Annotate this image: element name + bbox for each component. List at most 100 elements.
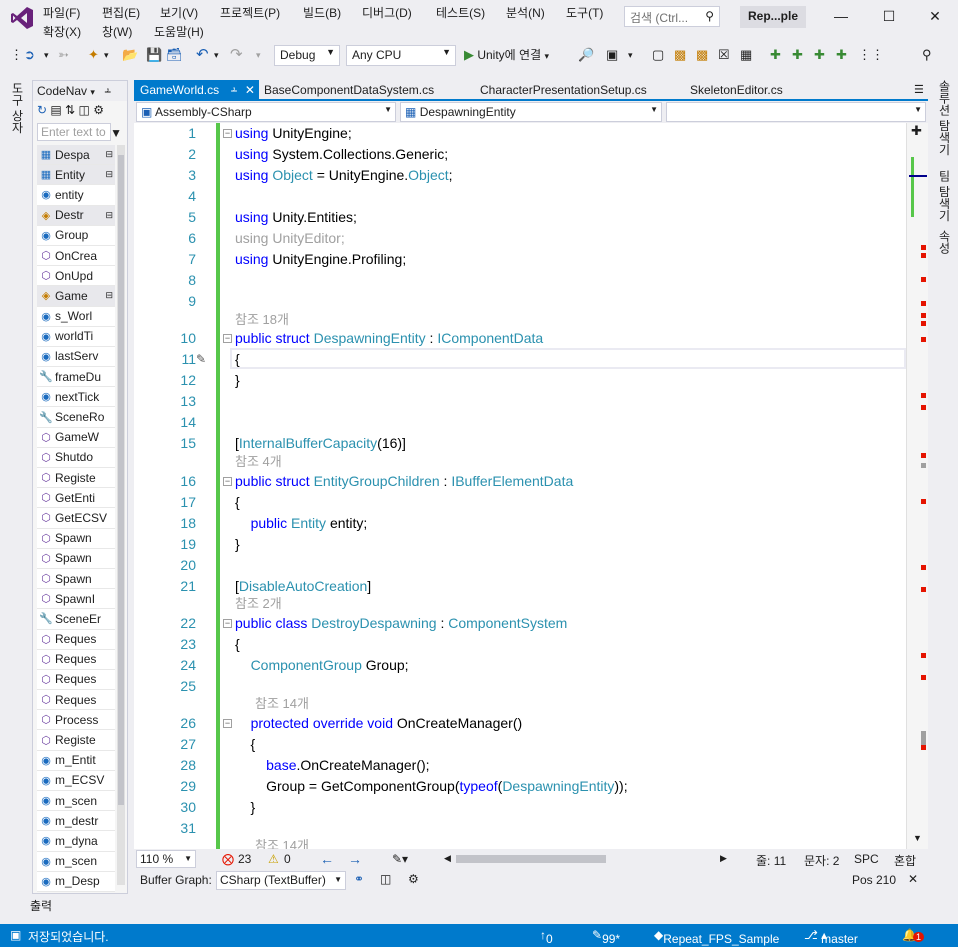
bookmark-next-icon[interactable]: ▩ [696, 47, 708, 65]
codenav-item[interactable]: ◉ m_scen [37, 791, 115, 812]
codenav-item[interactable]: ⬡ Spawn [37, 548, 115, 569]
refresh-icon[interactable]: ↻ [37, 103, 47, 117]
new-dropdown-icon[interactable]: ▾ [104, 47, 109, 65]
code-line[interactable]: } [235, 372, 240, 388]
output-tab[interactable]: 출력 [30, 897, 52, 914]
forward-icon[interactable]: ➳ [58, 47, 69, 65]
code-line[interactable]: public struct EntityGroupChildren : IBuf… [235, 473, 573, 489]
codenav-item[interactable]: ◉ m_dyna [37, 831, 115, 852]
new-project-icon[interactable]: ✦ [88, 47, 99, 65]
search-input[interactable]: 검색 (Ctrl... ⚲ [624, 6, 720, 27]
browser-dropdown-icon[interactable]: ▾ [628, 47, 633, 65]
solution-explorer-tab[interactable]: 솔루션 탐색기 [936, 80, 953, 155]
menu-item[interactable]: 도움말(H) [154, 23, 204, 40]
menu-item[interactable]: 창(W) [102, 23, 132, 40]
scroll-right-icon[interactable]: ▶ [720, 853, 727, 864]
codenav-item[interactable]: ⬡ OnUpd [37, 266, 115, 287]
codenav-item[interactable]: ◉ lastServ [37, 346, 115, 368]
codenav-filter-input[interactable]: Enter text to [37, 123, 111, 141]
codenav-item[interactable]: ◉ nextTick [37, 387, 115, 408]
codenav-item[interactable]: ◉ m_destr [37, 811, 115, 832]
codenav-item[interactable]: ◉ worldTi [37, 326, 115, 347]
codenav-item[interactable]: ◉ s_Worl [37, 306, 115, 327]
add-icon-4[interactable]: ✚ [836, 47, 847, 65]
codenav-item[interactable]: ⬡ Reques [37, 690, 115, 711]
codenav-item[interactable]: ⬡ Reques [37, 649, 115, 670]
scroll-down-icon[interactable]: ▼ [913, 833, 922, 843]
platform-select[interactable]: Any CPU ▼ [346, 45, 456, 66]
codenav-item[interactable]: ◉ m_Entit [37, 750, 115, 771]
scrollbar-thumb[interactable] [118, 155, 124, 805]
collapse-icon[interactable]: ⊟ [105, 210, 115, 221]
project-combo[interactable]: ▣ Assembly-CSharp ▼ [136, 102, 396, 122]
tab-gameworld[interactable]: GameWorld.cs ⨩ ✕ [134, 80, 259, 100]
add-icon-1[interactable]: ✚ [770, 47, 781, 65]
back-dropdown-icon[interactable]: ▾ [44, 47, 49, 65]
codenav-item[interactable]: ⬡ Shutdo [37, 447, 115, 468]
codenav-item[interactable]: ⬡ GameW [37, 427, 115, 448]
warning-icon[interactable]: ⚠ [268, 852, 279, 866]
code-line[interactable]: } [235, 536, 240, 552]
filter-icon[interactable]: ▼ [110, 126, 122, 140]
visual-studio-logo-icon[interactable] [10, 6, 34, 30]
minimize-button[interactable]: — [818, 4, 864, 28]
menu-item[interactable]: 빌드(B) [303, 4, 341, 21]
close-icon[interactable]: ✕ [245, 83, 255, 97]
repository-button[interactable]: ◆ Repeat_FPS_Sample [654, 928, 779, 946]
code-line[interactable]: using Object = UnityEngine.Object; [235, 167, 453, 183]
type-combo[interactable]: ▦ DespawningEntity ▼ [400, 102, 662, 122]
pending-changes-button[interactable]: ✎ 99* [592, 928, 620, 946]
codenav-item[interactable]: ▦ Entity ⊟ [37, 165, 115, 186]
sort-icon[interactable]: ⇅ [65, 103, 75, 117]
codenav-item[interactable]: ⬡ Process [37, 710, 115, 731]
add-icon-2[interactable]: ✚ [792, 47, 803, 65]
list-icon[interactable]: ▤ [50, 103, 61, 117]
code-line[interactable]: ComponentGroup Group; [235, 657, 409, 673]
codenav-item[interactable]: ▦ Despa ⊟ [37, 145, 115, 166]
codelens-references[interactable]: 참조 4개 [235, 451, 282, 470]
graph-icon-2[interactable]: ◫ [380, 872, 391, 886]
fold-toggle-icon[interactable]: − [223, 619, 232, 628]
collapse-icon[interactable]: ⊟ [105, 290, 115, 301]
code-editor[interactable]: ✎ 1 using UnityEngine; −2 using System.Coll… [134, 123, 928, 853]
code-line[interactable]: public struct DespawningEntity : ICompon… [235, 330, 543, 346]
codelens-references[interactable]: 참조 2개 [235, 593, 282, 612]
tab-basecomponentdatasystem[interactable]: BaseComponentDataSystem.cs [258, 80, 440, 100]
undo-dropdown-icon[interactable]: ▾ [214, 47, 219, 65]
code-line[interactable]: using UnityEditor; [235, 230, 345, 246]
codenav-item[interactable]: ◈ Game ⊟ [37, 286, 115, 307]
codenav-item[interactable]: ◉ m_Desp [37, 871, 115, 892]
codenav-item[interactable]: ⬡ SpawnI [37, 589, 115, 610]
codenav-item[interactable]: ⬡ OnCrea [37, 245, 115, 267]
format-icon[interactable]: ▦ [740, 47, 752, 65]
codenav-item[interactable]: 🔧 SceneEr [37, 609, 115, 630]
redo-icon[interactable]: ↷ [230, 47, 243, 65]
menu-item[interactable]: 확장(X) [43, 23, 81, 40]
menu-item[interactable]: 보기(V) [160, 4, 198, 21]
code-line[interactable]: public Entity entity; [235, 515, 368, 531]
close-button[interactable]: ✕ [912, 4, 958, 28]
save-all-icon[interactable]: 🗃 [166, 47, 183, 65]
codenav-scrollbar[interactable] [117, 145, 125, 885]
bookmark-icon[interactable]: ▩ [674, 47, 686, 65]
member-combo[interactable]: ▼ [666, 102, 926, 122]
codenav-item[interactable]: ⬡ Reques [37, 669, 115, 691]
codenav-item[interactable]: ◉ m_scen [37, 851, 115, 872]
brush-icon[interactable]: ✎▾ [392, 852, 408, 866]
code-line[interactable]: [DisableAutoCreation] [235, 578, 371, 594]
fold-toggle-icon[interactable]: − [223, 719, 232, 728]
menu-item[interactable]: 도구(T) [566, 4, 603, 21]
codenav-item[interactable]: ◈ Destr ⊟ [37, 205, 115, 226]
undo-icon[interactable]: ↶ [196, 47, 209, 65]
configuration-select[interactable]: Debug ▼ [274, 45, 340, 66]
code-line[interactable]: { [235, 351, 240, 367]
quick-action-brush-icon[interactable]: ✎ [196, 352, 206, 366]
code-line[interactable]: { [235, 636, 240, 652]
graph-icon-1[interactable]: ⚭ [354, 872, 364, 886]
codenav-item[interactable]: ◉ entity [37, 185, 115, 206]
codelens-references[interactable]: 참조 14개 [255, 693, 309, 712]
graph-icon-3[interactable]: ⚙ [408, 872, 419, 886]
code-line[interactable]: public class DestroyDespawning : Compone… [235, 615, 567, 631]
code-line[interactable]: { [235, 736, 256, 752]
collapse-icon[interactable]: ◫ [79, 103, 90, 117]
